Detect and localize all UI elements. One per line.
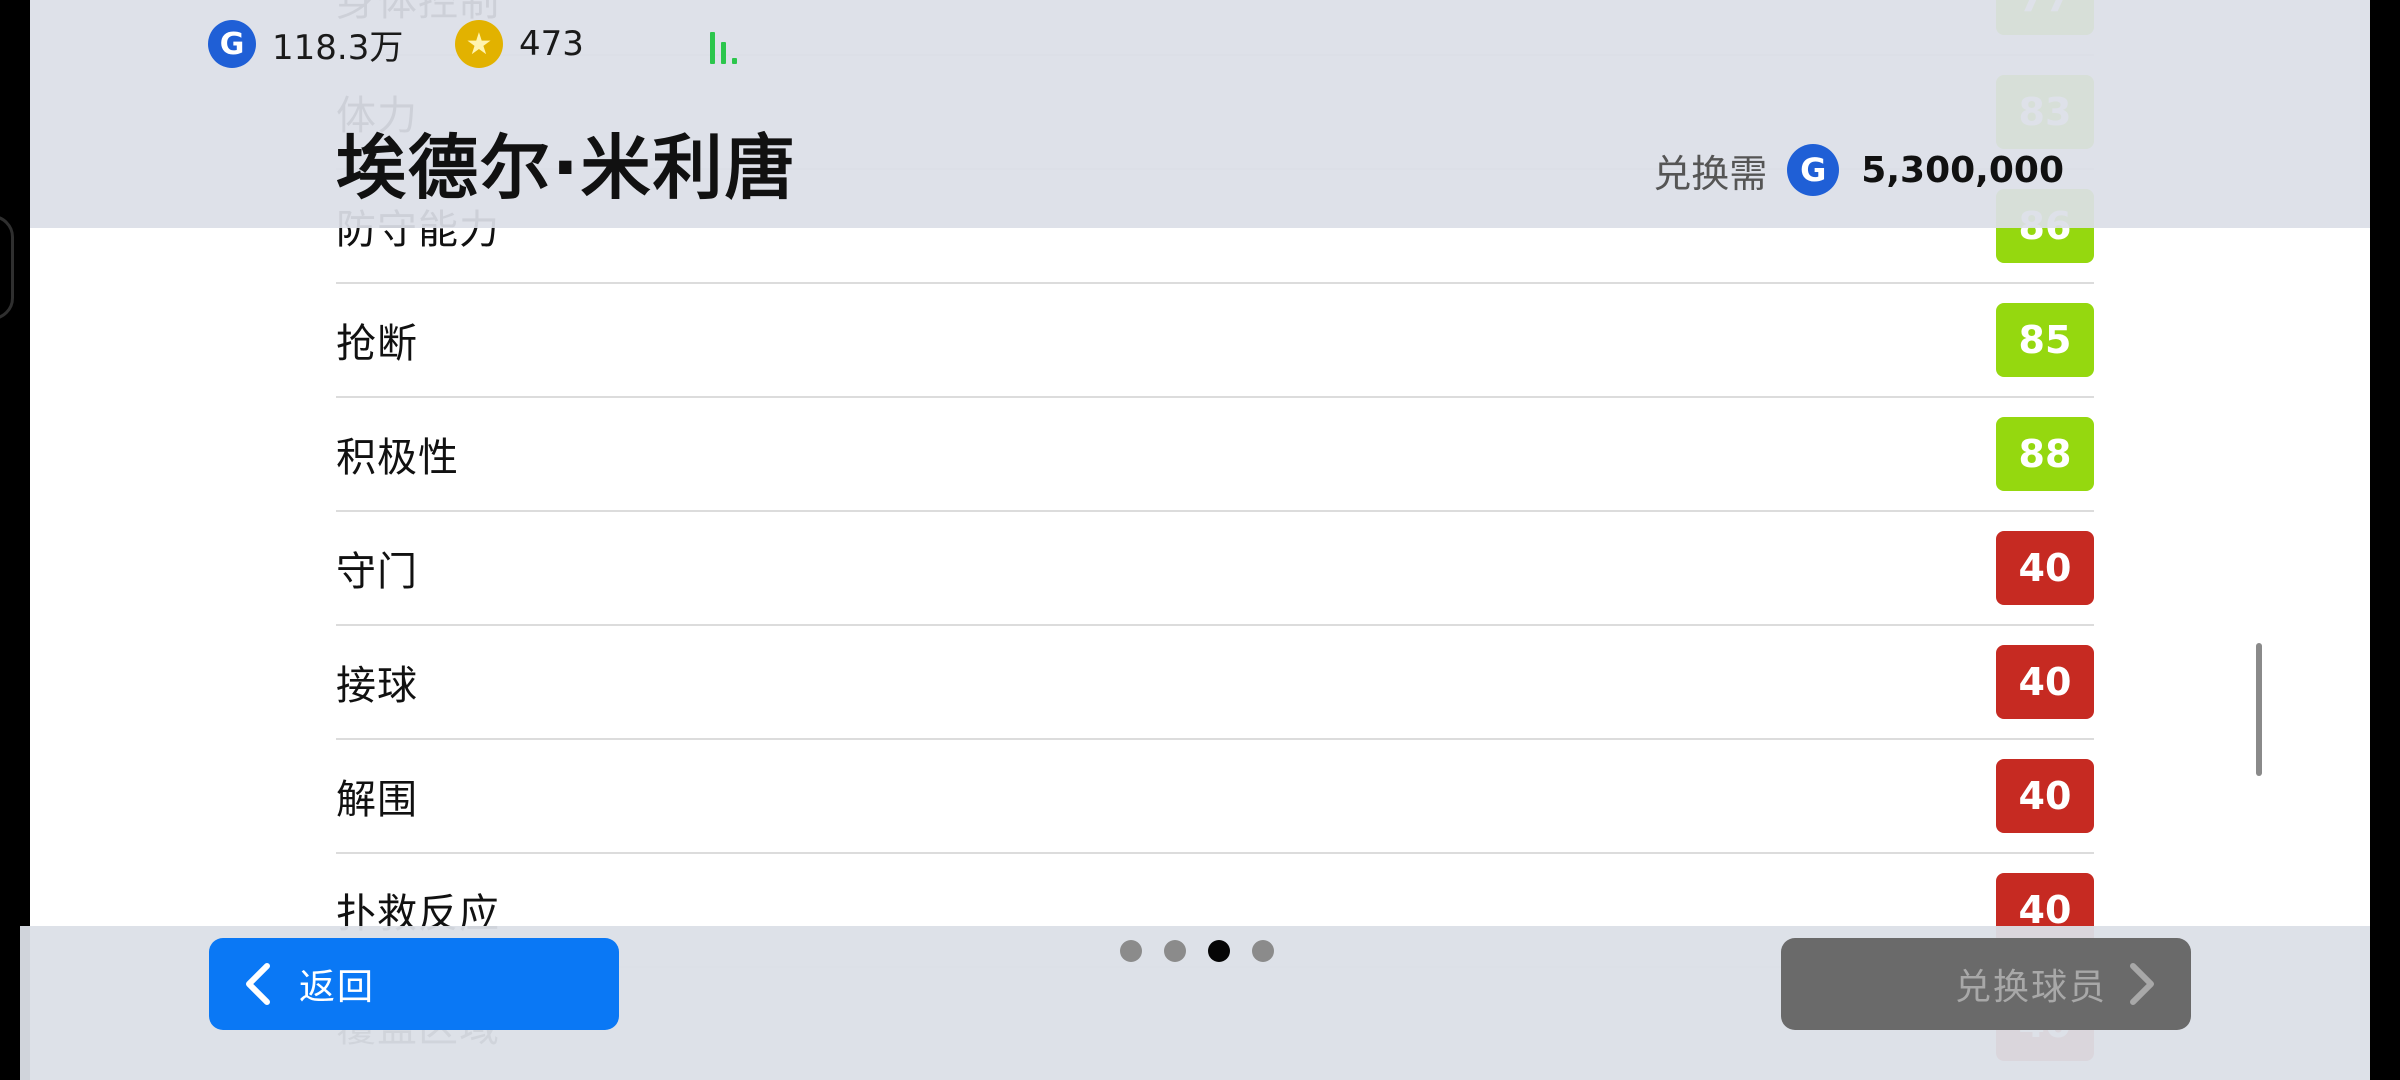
coin-balance: ★ 473: [455, 20, 584, 68]
stat-label: 抢断: [336, 321, 418, 367]
stat-label: 接球: [336, 663, 418, 709]
chevron-right-icon: [2130, 963, 2154, 1005]
camera-notch: [0, 215, 14, 320]
page-indicator: [1120, 940, 1274, 962]
scrollbar[interactable]: [2256, 643, 2262, 776]
gp-balance: G 118.3万: [208, 20, 403, 68]
page-dot: [1164, 940, 1186, 962]
stat-label: 解围: [336, 777, 418, 823]
stat-row: 守门 40: [336, 512, 2094, 626]
screen: 身体控制77体力83防守能力86抢断85积极性88守门40接球40解围40扑救反…: [0, 0, 2400, 1080]
stat-value-badge: 88: [1996, 417, 2094, 491]
stat-label: 守门: [336, 549, 418, 595]
star-coin-icon: ★: [455, 20, 503, 68]
bottom-bar: 返回 兑换球员: [20, 926, 2370, 1080]
exchange-cost: 兑换需 G 5,300,000: [1653, 142, 2064, 198]
stat-row: 积极性 88: [336, 398, 2094, 512]
stat-value-badge: 40: [1996, 531, 2094, 605]
gp-coin-icon: G: [1787, 144, 1840, 196]
gp-coin-icon: G: [208, 20, 256, 68]
page-dot-active: [1208, 940, 1230, 962]
stat-value-badge: 85: [1996, 303, 2094, 377]
exchange-cost-label: 兑换需: [1653, 151, 1768, 196]
chevron-left-icon: [246, 963, 270, 1005]
back-button[interactable]: 返回: [209, 938, 619, 1030]
stat-value-badge: 40: [1996, 645, 2094, 719]
back-button-label: 返回: [299, 967, 376, 1008]
exchange-cost-amount: 5,300,000: [1861, 149, 2064, 191]
exchange-player-button-label: 兑换球员: [1954, 967, 2107, 1008]
stat-row: 解围 40: [336, 740, 2094, 854]
stat-row: 抢断 85: [336, 284, 2094, 398]
stat-row: 接球 40: [336, 626, 2094, 740]
coins-amount: 473: [519, 24, 584, 64]
page-dot: [1120, 940, 1142, 962]
signal-icon: [706, 28, 746, 64]
stat-label: 积极性: [336, 435, 459, 481]
page-dot: [1252, 940, 1274, 962]
header: G 118.3万 ★ 473 埃德尔·米利唐 兑换需 G 5,300,000: [30, 0, 2370, 228]
gp-amount: 118.3万: [272, 27, 404, 68]
exchange-player-button[interactable]: 兑换球员: [1781, 938, 2191, 1030]
stat-value-badge: 40: [1996, 759, 2094, 833]
player-name: 埃德尔·米利唐: [336, 127, 797, 209]
